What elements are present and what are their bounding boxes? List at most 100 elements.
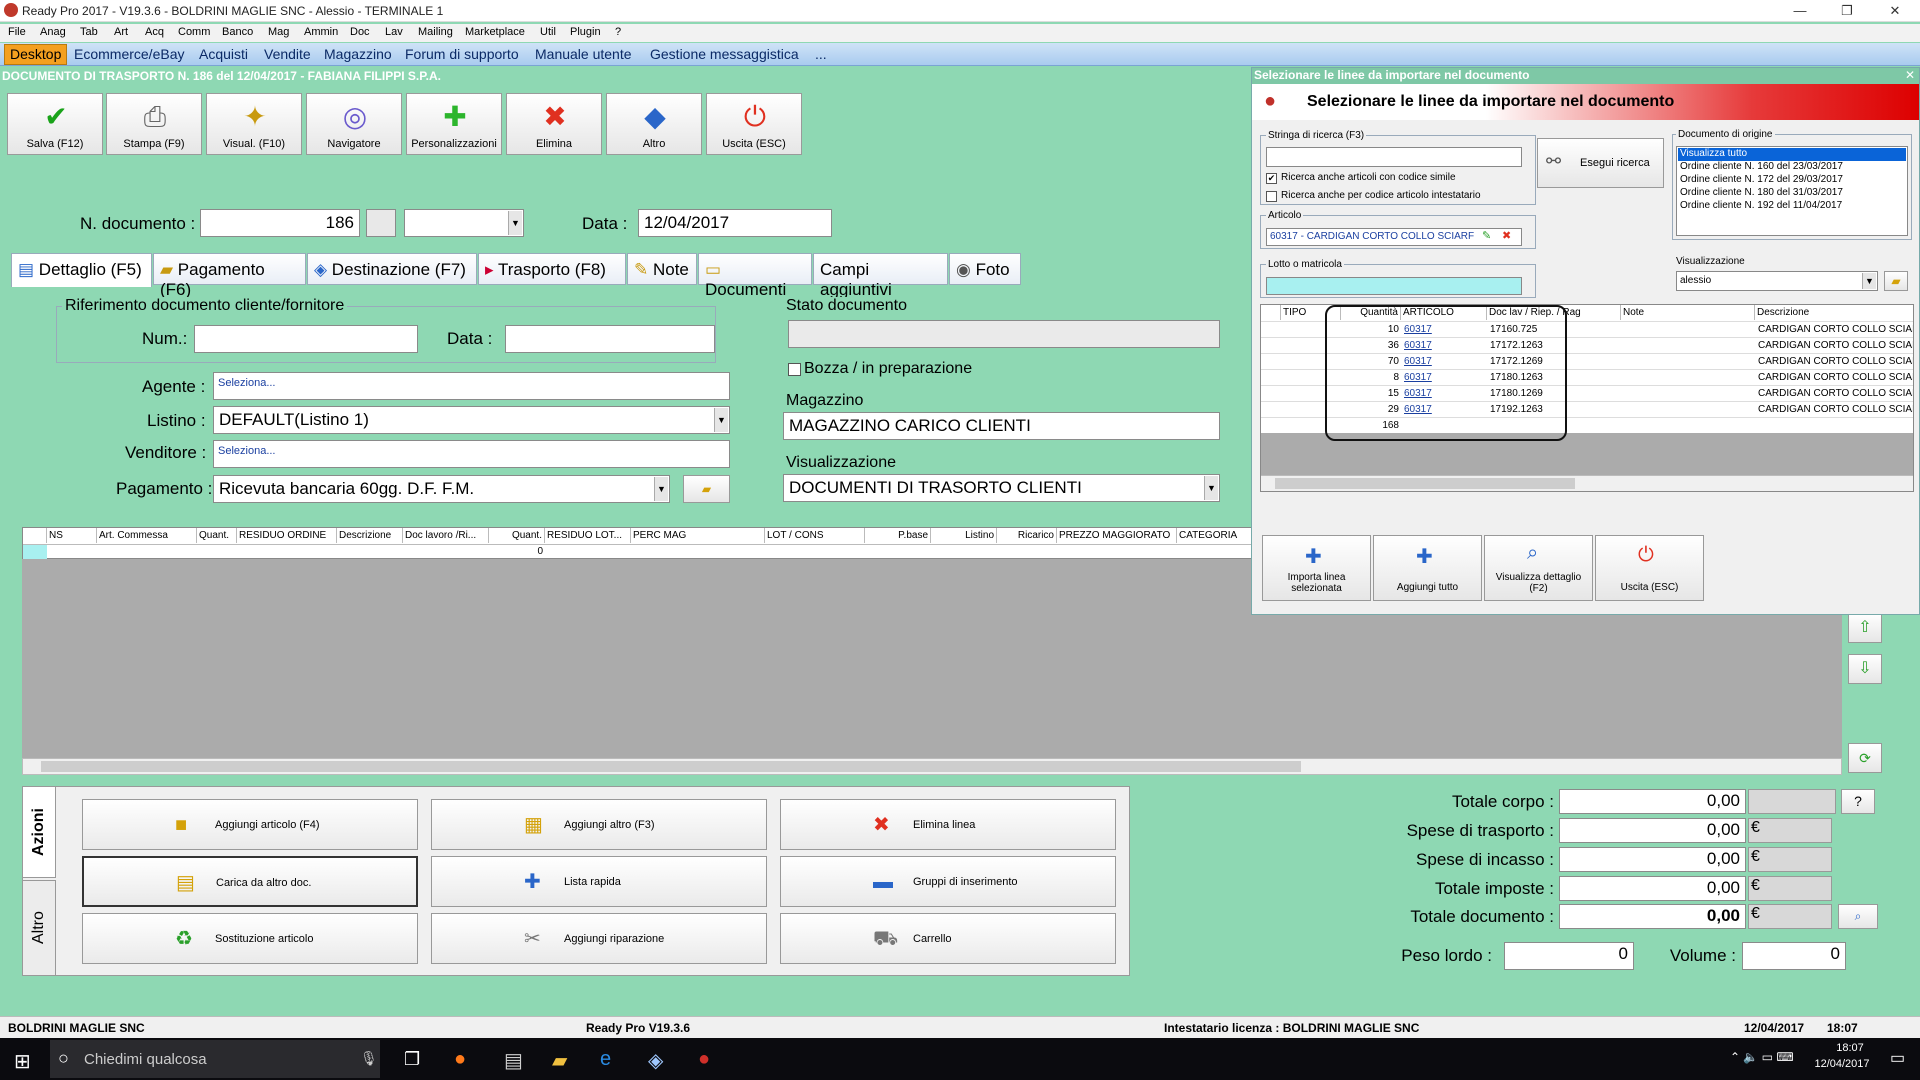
list-item[interactable]: Ordine cliente N. 192 del 11/04/2017 [1680, 200, 1842, 211]
folder-icon[interactable]: ▰ [1884, 271, 1908, 291]
add-other-button[interactable]: ▦ Aggiungi altro (F3) [431, 799, 767, 850]
help-button[interactable]: ? [1841, 789, 1875, 814]
tab-destinazione[interactable]: ◈ Destinazione (F7) [307, 253, 477, 285]
tray-icons[interactable]: ⌃ 🔈 ▭ ⌨ [1730, 1050, 1794, 1064]
scroll-thumb[interactable] [41, 761, 1301, 772]
repair-button[interactable]: ✂ Aggiungi riparazione [431, 913, 767, 964]
tab-pagamento[interactable]: ▰ Pagamento (F6) [153, 253, 306, 299]
cube-app-icon[interactable]: ◈ [648, 1048, 663, 1073]
tab-dettaglio[interactable]: ▤ Dettaglio (F5) [11, 253, 152, 287]
save-button[interactable]: ✔ Salva (F12) [7, 93, 103, 155]
customize-button[interactable]: ✚ Personalizzazioni [406, 93, 502, 155]
listino-select[interactable]: DEFAULT(Listino 1) ▼ [213, 406, 730, 434]
menu-banco[interactable]: Banco [222, 26, 253, 38]
volume-value[interactable]: 0 [1742, 942, 1846, 970]
menu-doc[interactable]: Doc [350, 26, 370, 38]
minimize-button[interactable]: — [1785, 2, 1815, 20]
list-item[interactable]: Ordine cliente N. 160 del 23/03/2017 [1680, 161, 1843, 172]
firefox-icon[interactable]: ● [454, 1048, 466, 1071]
venditore-field[interactable]: Seleziona... [213, 440, 730, 468]
scroll-thumb[interactable] [1275, 478, 1575, 489]
file-explorer-icon[interactable]: ▰ [552, 1048, 567, 1073]
close-button[interactable]: ✕ [1880, 2, 1910, 20]
menu-anag[interactable]: Anag [40, 26, 66, 38]
list-item[interactable]: Visualizza tutto [1678, 148, 1906, 161]
maximize-button[interactable]: ❐ [1832, 2, 1862, 20]
tab-magazzino[interactable]: Magazzino [324, 46, 392, 62]
search-box[interactable]: ○ Chiedimi qualcosa 🎙 [50, 1040, 380, 1078]
tab-azioni[interactable]: Azioni [22, 786, 56, 878]
tab-trasporto[interactable]: ▸ Trasporto (F8) [478, 253, 626, 285]
cart-button[interactable]: ⛟ Carrello [780, 913, 1116, 964]
list-item[interactable]: Ordine cliente N. 172 del 29/03/2017 [1680, 174, 1843, 185]
horizontal-scrollbar[interactable] [22, 758, 1842, 775]
navigator-button[interactable]: ◎ Navigatore [306, 93, 402, 155]
menu-mailing[interactable]: Mailing [418, 26, 453, 38]
tab-acquisti[interactable]: Acquisti [199, 46, 248, 62]
move-down-icon[interactable]: ⇩ [1848, 654, 1882, 684]
tab-note[interactable]: ✎ Note [627, 253, 697, 285]
magazzino-field[interactable]: MAGAZZINO CARICO CLIENTI [783, 412, 1220, 440]
visual-button[interactable]: ✦ Visual. (F10) [206, 93, 302, 155]
tab-manuale[interactable]: Manuale utente [535, 46, 632, 62]
bozza-checkbox[interactable] [788, 363, 801, 376]
stato-field[interactable] [788, 320, 1220, 348]
tab-messaggistica[interactable]: Gestione messaggistica [650, 46, 799, 62]
dialog-exit-button[interactable]: ⏻ Uscita (ESC) [1595, 535, 1704, 601]
add-article-button[interactable]: ■ Aggiungi articolo (F4) [82, 799, 418, 850]
load-doc-button[interactable]: ▤ Carica da altro doc. [82, 856, 418, 907]
similar-code-checkbox[interactable]: ✔ [1266, 173, 1277, 184]
replace-article-button[interactable]: ♻ Sostituzione articolo [82, 913, 418, 964]
doc-series-select[interactable]: ▼ [404, 209, 524, 237]
quick-list-button[interactable]: ✚ Lista rapida [431, 856, 767, 907]
tab-forum[interactable]: Forum di supporto [405, 46, 519, 62]
tab-foto[interactable]: ◉ Foto [949, 253, 1021, 285]
menu-mag[interactable]: Mag [268, 26, 289, 38]
zoom-icon[interactable]: ⌕ [1838, 904, 1878, 929]
import-lines-grid[interactable]: TIPO Quantità ARTICOLO Doc lav / Riep. /… [1260, 304, 1914, 492]
exit-button[interactable]: ⏻ Uscita (ESC) [706, 93, 802, 155]
dialog-horizontal-scrollbar[interactable] [1261, 475, 1913, 491]
dialog-visual-select[interactable]: alessio ▼ [1676, 271, 1878, 291]
menu-lav[interactable]: Lav [385, 26, 403, 38]
app-icon[interactable]: ▤ [504, 1048, 523, 1073]
agente-field[interactable]: Seleziona... [213, 372, 730, 400]
spese-trasporto-value[interactable]: 0,00 [1559, 818, 1746, 843]
rif-num-field[interactable] [194, 325, 418, 353]
folder-icon[interactable]: ▰ [683, 475, 730, 503]
menu-acq[interactable]: Acq [145, 26, 164, 38]
menu-art[interactable]: Art [114, 26, 128, 38]
menu-util[interactable]: Util [540, 26, 556, 38]
add-all-button[interactable]: ✚ Aggiungi tutto [1373, 535, 1482, 601]
print-button[interactable]: ⎙ Stampa (F9) [106, 93, 202, 155]
windows-start-icon[interactable]: ⊞ [14, 1049, 31, 1074]
tab-campi-aggiuntivi[interactable]: Campi aggiuntivi [813, 253, 948, 299]
menu-ammin[interactable]: Ammin [304, 26, 338, 38]
menu-plugin[interactable]: Plugin [570, 26, 601, 38]
tab-more[interactable]: ... [815, 46, 827, 62]
notifications-icon[interactable]: ▭ [1890, 1048, 1905, 1068]
delete-button[interactable]: ✖ Elimina [506, 93, 602, 155]
spese-incasso-value[interactable]: 0,00 [1559, 847, 1746, 872]
peso-lordo-value[interactable]: 0 [1504, 942, 1634, 970]
altro-button[interactable]: ◆ Altro [606, 93, 702, 155]
tab-ecommerce[interactable]: Ecommerce/eBay [74, 46, 184, 62]
rif-date-field[interactable] [505, 325, 715, 353]
move-up-icon[interactable]: ⇧ [1848, 613, 1882, 643]
lotto-field[interactable] [1266, 277, 1522, 295]
search-input[interactable] [1266, 147, 1522, 167]
refresh-icon[interactable]: ⟳ [1848, 743, 1882, 773]
tab-vendite[interactable]: Vendite [264, 46, 311, 62]
doc-suffix-field[interactable] [366, 209, 396, 237]
menu-marketplace[interactable]: Marketplace [465, 26, 525, 38]
menu-comm[interactable]: Comm [178, 26, 210, 38]
owner-code-checkbox[interactable] [1266, 191, 1277, 202]
doc-number-field[interactable]: 186 [200, 209, 360, 237]
pagamento-select[interactable]: Ricevuta bancaria 60gg. D.F. F.M. ▼ [213, 475, 670, 503]
menu-help[interactable]: ? [615, 26, 621, 38]
clear-icon[interactable]: ✖ [1502, 229, 1511, 242]
tab-documenti[interactable]: ▭ Documenti [698, 253, 812, 299]
visualizzazione-select[interactable]: DOCUMENTI DI TRASORTO CLIENTI ▼ [783, 474, 1220, 502]
dialog-close-icon[interactable]: ✕ [1905, 68, 1915, 82]
microphone-icon[interactable]: 🎙 [360, 1050, 378, 1067]
